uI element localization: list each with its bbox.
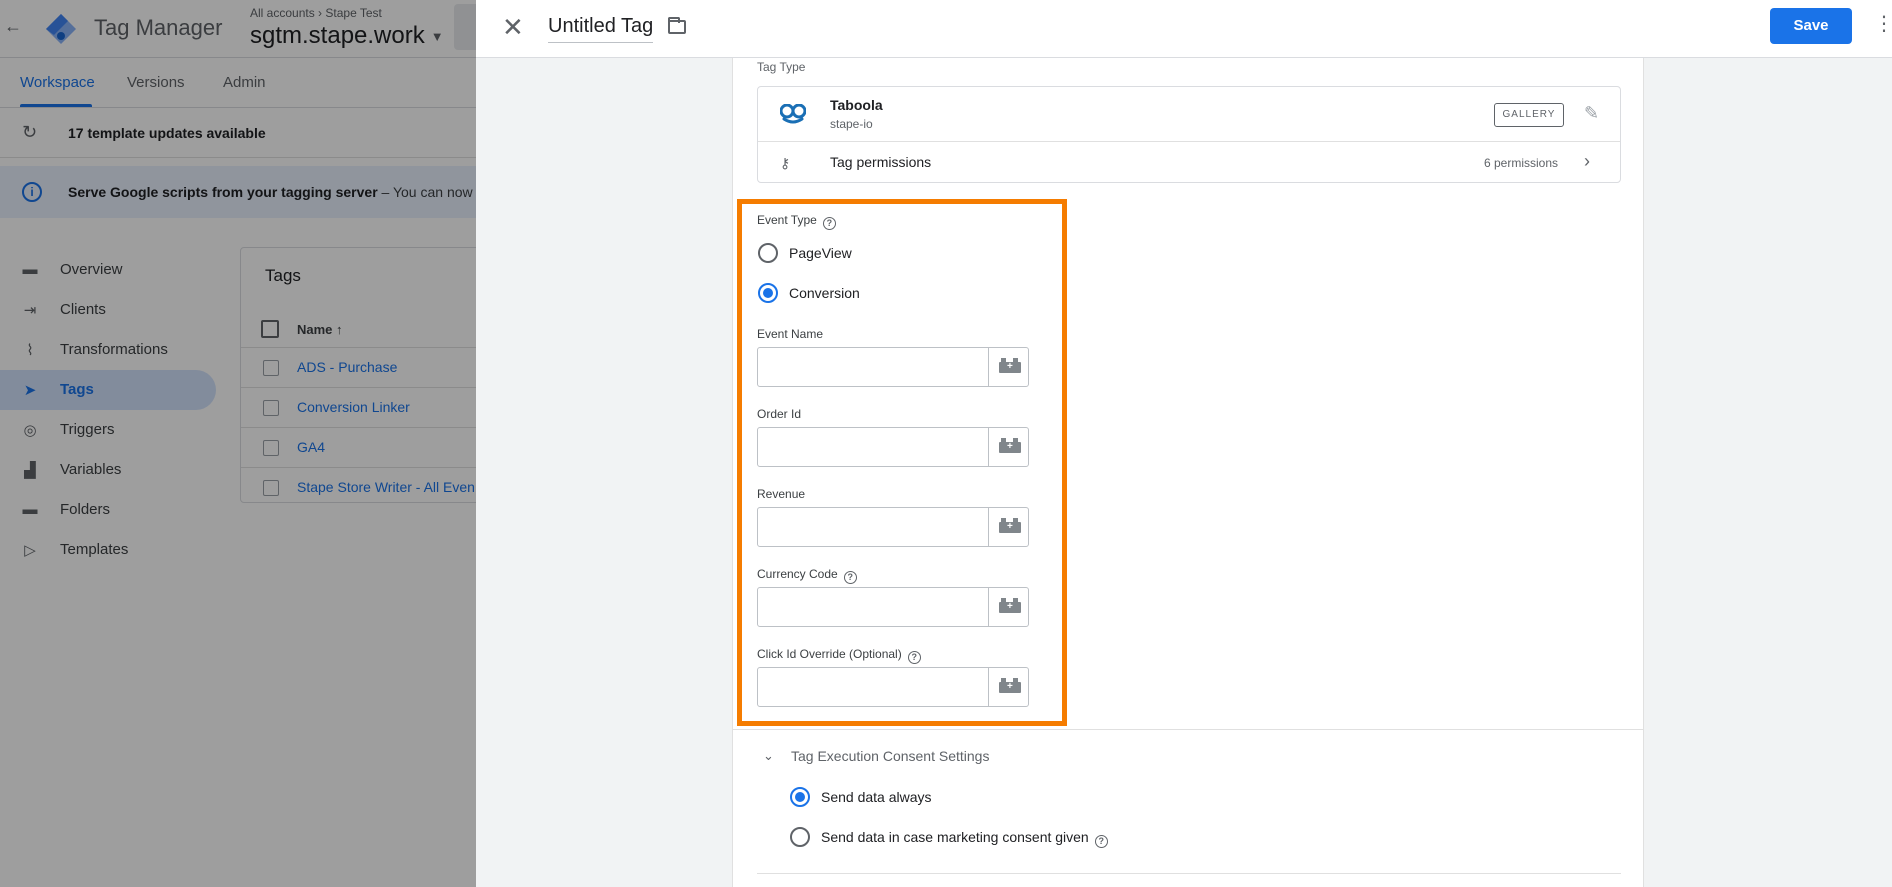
click-id-override-label: Click Id Override (Optional)? [757, 647, 921, 664]
event-type-label: Event Type? [757, 213, 836, 230]
edit-pencil-icon[interactable]: ✎ [1584, 103, 1604, 123]
tag-name-field[interactable]: Untitled Tag [548, 15, 654, 43]
help-icon[interactable]: ? [822, 217, 836, 230]
plus-icon: + [1007, 521, 1013, 532]
radio-marketing-consent[interactable] [790, 827, 810, 847]
tag-configuration-card: Tag Type Taboola stape-io GALLERY ✎ ⚷ Ta… [732, 58, 1644, 887]
variable-picker-button[interactable]: + [988, 588, 1028, 626]
tag-permissions-label: Tag permissions [830, 154, 932, 170]
tag-type-vendor: stape-io [830, 117, 873, 131]
consent-settings-title[interactable]: Tag Execution Consent Settings [791, 748, 989, 764]
gallery-badge: GALLERY [1494, 103, 1564, 127]
radio-send-always-label[interactable]: Send data always [821, 789, 932, 805]
order-id-field: + [757, 427, 1029, 467]
event-name-input[interactable] [758, 348, 988, 386]
help-icon[interactable]: ? [843, 571, 857, 584]
section-divider [733, 729, 1643, 730]
variable-picker-button[interactable]: + [988, 428, 1028, 466]
currency-code-input[interactable] [758, 588, 988, 626]
currency-code-field: + [757, 587, 1029, 627]
save-button[interactable]: Save [1770, 8, 1852, 44]
section-divider [757, 873, 1621, 874]
event-name-field: + [757, 347, 1029, 387]
plus-icon: + [1007, 601, 1013, 612]
click-id-override-label-text: Click Id Override (Optional) [757, 647, 902, 661]
currency-code-label-text: Currency Code [757, 567, 838, 581]
help-icon[interactable]: ? [1094, 835, 1108, 848]
click-id-override-field: + [757, 667, 1029, 707]
more-options-icon[interactable]: ⋮ [1874, 14, 1892, 34]
event-name-label: Event Name [757, 327, 824, 341]
permissions-count: 6 permissions [1484, 156, 1559, 170]
plus-icon: + [1007, 441, 1013, 452]
variable-picker-button[interactable]: + [988, 508, 1028, 546]
radio-marketing-consent-text: Send data in case marketing consent give… [821, 829, 1089, 845]
tag-type-name: Taboola [830, 97, 883, 113]
folder-icon[interactable] [668, 17, 686, 34]
revenue-input[interactable] [758, 508, 988, 546]
plus-icon: + [1007, 681, 1013, 692]
radio-marketing-consent-label[interactable]: Send data in case marketing consent give… [821, 829, 1108, 848]
radio-send-always[interactable] [790, 787, 810, 807]
order-id-input[interactable] [758, 428, 988, 466]
event-type-label-text: Event Type [757, 213, 817, 227]
tag-editor-panel: ✕ Untitled Tag Save ⋮ Tag Type Taboola s… [476, 0, 1892, 887]
tag-type-box: Taboola stape-io GALLERY ✎ ⚷ Tag permiss… [757, 86, 1621, 183]
variable-picker-button[interactable]: + [988, 668, 1028, 706]
radio-pageview-label[interactable]: PageView [789, 245, 852, 261]
tag-type-row[interactable]: Taboola stape-io GALLERY ✎ [758, 87, 1620, 142]
tag-type-label: Tag Type [757, 60, 806, 74]
tag-editor-header: ✕ Untitled Tag Save ⋮ [476, 0, 1892, 58]
chevron-right-icon: › [1584, 151, 1590, 171]
order-id-label: Order Id [757, 407, 802, 421]
revenue-field: + [757, 507, 1029, 547]
currency-code-label: Currency Code? [757, 567, 857, 584]
radio-conversion-label[interactable]: Conversion [789, 285, 860, 301]
key-icon: ⚷ [780, 155, 791, 171]
click-id-override-input[interactable] [758, 668, 988, 706]
radio-pageview[interactable] [758, 243, 778, 263]
help-icon[interactable]: ? [907, 651, 921, 664]
close-icon[interactable]: ✕ [502, 12, 524, 42]
radio-conversion[interactable] [758, 283, 778, 303]
taboola-logo-icon [780, 104, 806, 124]
revenue-label: Revenue [757, 487, 806, 501]
variable-picker-button[interactable]: + [988, 348, 1028, 386]
tag-permissions-row[interactable]: ⚷ Tag permissions 6 permissions › [758, 143, 1620, 183]
chevron-down-icon[interactable]: ⌄ [763, 748, 777, 763]
plus-icon: + [1007, 361, 1013, 372]
